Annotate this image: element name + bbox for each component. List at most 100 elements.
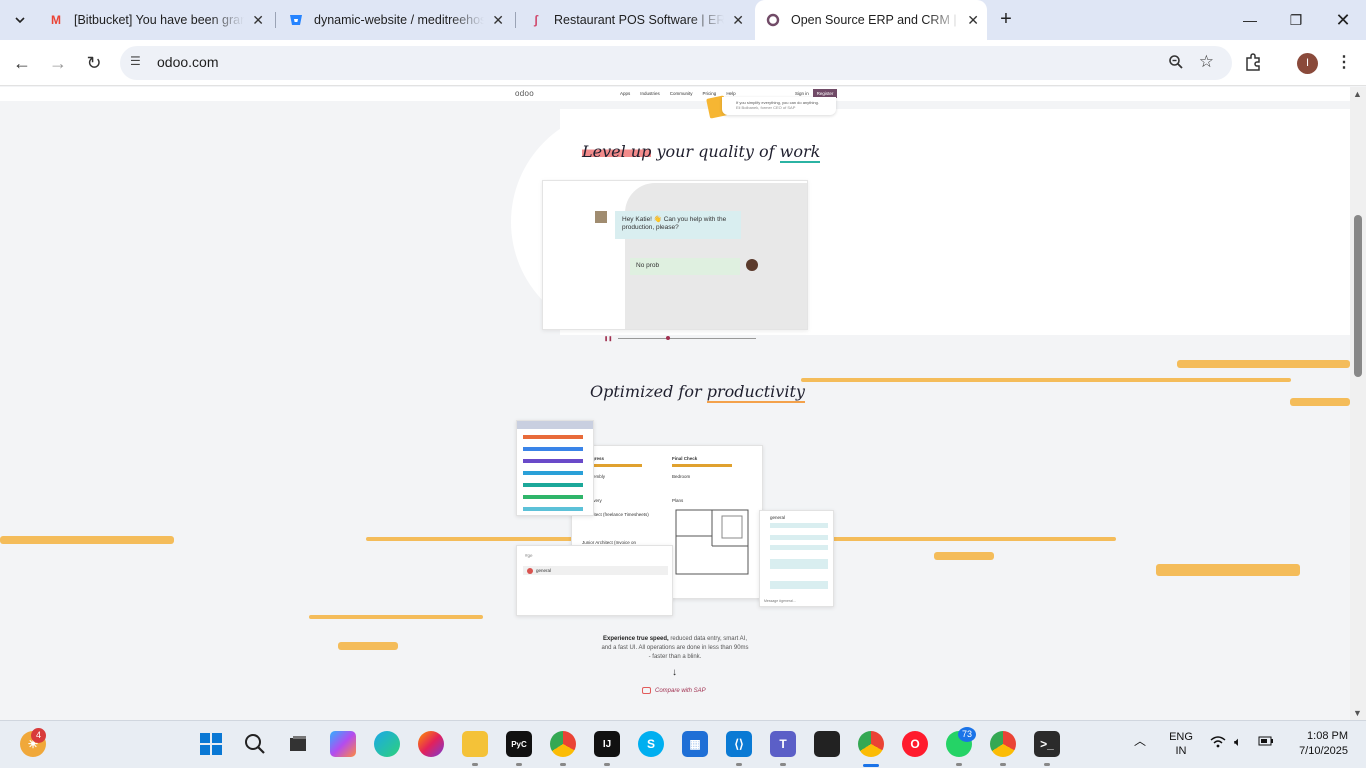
close-icon[interactable]: ✕ <box>732 12 744 29</box>
testimonial-author: Eli Bolbanek, former CEO of SAP <box>736 105 796 110</box>
nav-link-apps[interactable]: Apps <box>620 91 630 96</box>
close-icon[interactable]: ✕ <box>967 12 979 29</box>
edge-icon[interactable] <box>374 731 400 757</box>
scroll-up-icon[interactable]: ▲ <box>1353 89 1362 99</box>
reload-button[interactable]: ↻ <box>81 50 107 76</box>
wifi-icon[interactable] <box>1210 736 1226 752</box>
decorative-stroke <box>801 378 1291 382</box>
heading-text: your quality of <box>651 142 780 161</box>
play-icon <box>642 687 651 694</box>
close-icon[interactable]: ✕ <box>252 12 264 29</box>
extensions-icon[interactable] <box>1243 52 1263 77</box>
pos-icon: ʃ <box>534 13 538 27</box>
running-indicator <box>1000 763 1006 766</box>
running-indicator <box>516 763 522 766</box>
browser-toolbar: ← → ↻ ☰ odoo.com ☆ <box>0 40 1366 86</box>
battery-icon[interactable] <box>1258 735 1274 751</box>
active-indicator <box>863 764 879 767</box>
chrome-icon[interactable] <box>550 731 576 757</box>
opera-icon[interactable]: O <box>902 731 928 757</box>
clock-time: 1:08 PM <box>1307 730 1348 742</box>
chrome-profile-icon[interactable] <box>858 731 884 757</box>
intellij-icon[interactable]: IJ <box>594 731 620 757</box>
site-navbar: odoo Apps Industries Community Pricing H… <box>0 87 1350 101</box>
productivity-heading: Optimized for productivity <box>590 382 805 403</box>
whatsapp-badge: 73 <box>958 727 976 742</box>
nav-link-help[interactable]: Help <box>726 91 735 96</box>
back-button[interactable]: ← <box>9 50 35 76</box>
tab-strip: M [Bitbucket] You have been gran ✕ dynam… <box>0 0 1366 40</box>
bookmark-star-icon[interactable]: ☆ <box>1199 52 1214 72</box>
address-bar[interactable]: ☰ odoo.com ☆ <box>120 46 1232 80</box>
chrome-alt-icon[interactable] <box>990 731 1016 757</box>
page-viewport: odoo Apps Industries Community Pricing H… <box>0 87 1350 720</box>
region-text: IN <box>1175 745 1187 757</box>
running-indicator <box>780 763 786 766</box>
scroll-down-icon[interactable]: ▼ <box>1353 708 1362 718</box>
tab-search-button[interactable] <box>8 8 32 32</box>
nav-link-industries[interactable]: Industries <box>640 91 660 96</box>
close-icon[interactable]: ✕ <box>492 12 504 29</box>
search-button[interactable] <box>242 731 268 757</box>
minimize-button[interactable]: — <box>1227 6 1273 34</box>
vscode-icon[interactable]: ⟨⟩ <box>726 731 752 757</box>
sign-in-link[interactable]: Sign in <box>795 91 809 96</box>
heading-highlight: Level up <box>582 142 652 161</box>
search-icon <box>245 734 265 754</box>
copilot-icon[interactable] <box>330 731 356 757</box>
show-hidden-icons-button[interactable]: ︿ <box>1134 734 1146 748</box>
profile-avatar[interactable]: I <box>1297 53 1318 74</box>
chat-message: Hey Katie! 👋 Can you help with the produ… <box>615 211 741 239</box>
sticky-notes-icon[interactable] <box>814 731 840 757</box>
tab-restaurant-pos[interactable]: ʃ Restaurant POS Software | ERP ✕ <box>518 6 752 34</box>
clock-date: 7/10/2025 <box>1299 745 1348 757</box>
carousel-progress[interactable] <box>618 338 756 339</box>
gmail-icon: M <box>51 13 61 27</box>
tab-separator <box>515 12 516 28</box>
odoo-logo[interactable]: odoo <box>515 89 534 98</box>
scrollbar-thumb[interactable] <box>1354 215 1362 377</box>
progress-bar <box>592 464 642 467</box>
channel-icon <box>527 568 533 574</box>
language-indicator[interactable]: ENG IN <box>1166 730 1196 758</box>
nav-link-community[interactable]: Community <box>670 91 693 96</box>
store-icon[interactable]: ▦ <box>682 731 708 757</box>
chat-composer: Message #general... <box>764 599 796 603</box>
tab-bitbucket-repo[interactable]: dynamic-website / meditreehos ✕ <box>278 6 512 34</box>
carousel-progress-dot[interactable] <box>666 336 670 340</box>
tab-bitbucket-email[interactable]: M [Bitbucket] You have been gran ✕ <box>38 6 272 34</box>
pause-icon[interactable]: ❚❚ <box>604 336 612 342</box>
forward-button[interactable]: → <box>45 50 71 76</box>
arrow-icon: ↓ <box>672 667 677 678</box>
pycharm-icon[interactable]: PyC <box>506 731 532 757</box>
channel-name: general <box>536 568 552 573</box>
tab-title: [Bitbucket] You have been gran <box>74 13 244 27</box>
running-indicator <box>956 763 962 766</box>
volume-icon[interactable]: 🔈︎ <box>1234 735 1242 749</box>
terminal-icon[interactable]: >_ <box>1034 731 1060 757</box>
browser-menu-icon[interactable]: ⋮ <box>1336 52 1352 72</box>
productivity-description: Experience true speed, reduced data entr… <box>600 635 750 662</box>
site-info-icon[interactable]: ☰ <box>130 54 148 72</box>
nav-link-pricing[interactable]: Pricing <box>703 91 717 96</box>
search-input: #ge <box>525 553 533 558</box>
clock[interactable]: 1:08 PM 7/10/2025 <box>1288 729 1348 759</box>
firefox-icon[interactable] <box>418 731 444 757</box>
page-scrollbar[interactable]: ▲ ▼ <box>1350 87 1366 720</box>
search-screenshot: #ge general <box>516 545 673 616</box>
file-explorer-icon[interactable] <box>462 731 488 757</box>
description-bold: Experience true speed, <box>603 636 669 642</box>
zoom-icon[interactable] <box>1168 54 1184 74</box>
restore-button[interactable]: ❐ <box>1273 6 1319 34</box>
skype-icon[interactable]: S <box>638 731 664 757</box>
task-view-button[interactable] <box>285 731 311 757</box>
teams-icon[interactable]: T <box>770 731 796 757</box>
url-text[interactable]: odoo.com <box>157 54 218 70</box>
tab-odoo[interactable]: Open Source ERP and CRM | Od ✕ <box>755 0 987 40</box>
chat-channel: general <box>770 515 786 520</box>
new-tab-button[interactable]: + <box>994 8 1018 32</box>
compare-sap-link[interactable]: Compare with SAP <box>642 687 706 694</box>
decorative-stroke <box>934 552 994 560</box>
close-window-button[interactable]: ✕ <box>1320 6 1366 34</box>
start-button[interactable] <box>198 731 224 757</box>
